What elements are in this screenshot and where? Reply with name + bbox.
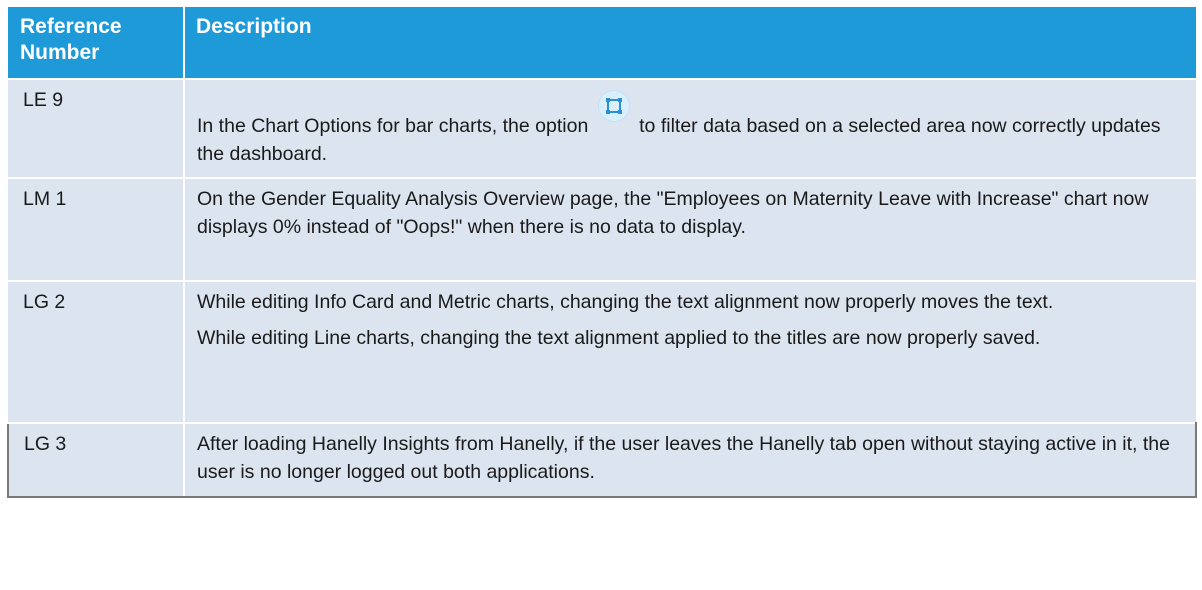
description-cell: In the Chart Options for bar charts, the… [184, 78, 1196, 178]
release-notes-table-container: Reference Number Description LE 9 In the… [7, 7, 1197, 498]
select-area-icon [597, 90, 630, 122]
description-paragraph: While editing Line charts, changing the … [197, 327, 1041, 349]
table-row: LG 3 After loading Hanelly Insights from… [7, 422, 1197, 498]
description-cell: After loading Hanelly Insights from Hane… [184, 422, 1197, 498]
description-cell: While editing Info Card and Metric chart… [184, 280, 1196, 423]
description-text: In the Chart Options for bar charts, the… [197, 115, 589, 137]
table-row: LM 1 On the Gender Equality Analysis Ove… [8, 177, 1196, 281]
release-notes-table: Reference Number Description LE 9 In the… [7, 7, 1197, 498]
table-row: LG 2 While editing Info Card and Metric … [8, 280, 1196, 423]
reference-cell: LG 3 [7, 422, 185, 498]
description-paragraph: While editing Info Card and Metric chart… [197, 291, 1054, 313]
reference-cell: LE 9 [8, 78, 185, 178]
header-description: Description [184, 7, 1196, 79]
table-header-row: Reference Number Description [8, 7, 1196, 79]
header-reference-number: Reference Number [8, 7, 185, 79]
table-row: LE 9 In the Chart Options for bar charts… [8, 78, 1196, 178]
reference-cell: LM 1 [8, 177, 185, 281]
description-cell: On the Gender Equality Analysis Overview… [184, 177, 1196, 281]
reference-cell: LG 2 [8, 280, 185, 423]
